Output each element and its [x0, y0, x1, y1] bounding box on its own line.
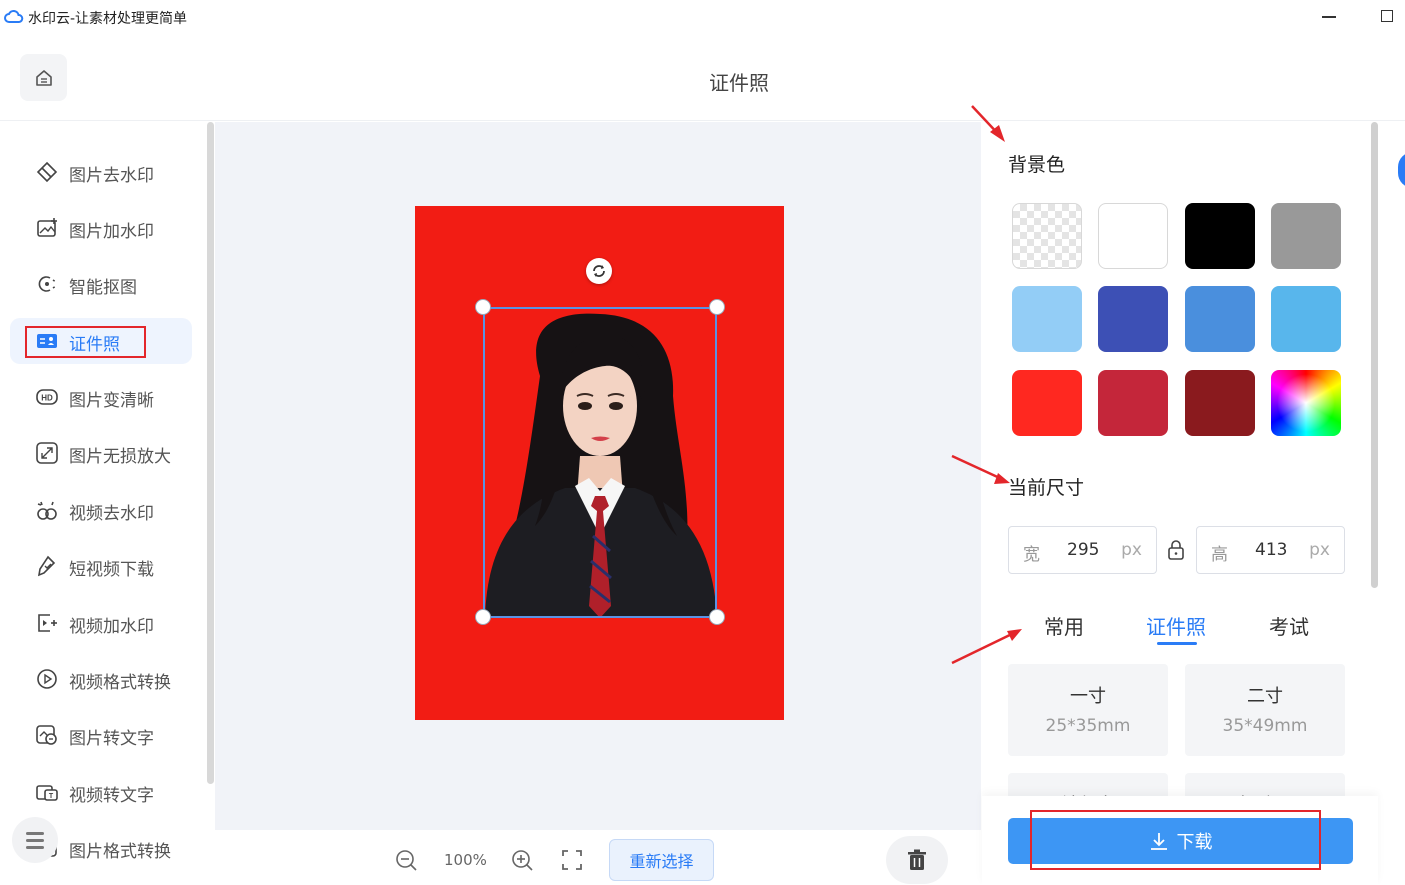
- width-prefix: 宽: [1023, 545, 1040, 565]
- image-add-icon: [37, 218, 57, 237]
- swatch-dark-red[interactable]: [1185, 370, 1255, 436]
- height-value[interactable]: 413: [1255, 540, 1287, 560]
- image-text-icon: [36, 725, 57, 745]
- crop-handle-bottom-left[interactable]: [475, 609, 491, 625]
- zoom-in-icon[interactable]: [510, 848, 534, 872]
- sidebar-item-label: 图片变清晰: [69, 391, 154, 411]
- sidebar-item-image-enhance[interactable]: HD 图片变清晰: [10, 374, 192, 420]
- tab-exam[interactable]: 考试: [1269, 611, 1309, 640]
- height-unit: px: [1309, 540, 1330, 560]
- swatch-light-blue[interactable]: [1012, 286, 1082, 352]
- sidebar-item-label: 图片格式转换: [69, 842, 171, 862]
- enlarge-icon: [36, 442, 58, 464]
- swatch-red[interactable]: [1012, 370, 1082, 436]
- zoom-out-icon[interactable]: [394, 848, 418, 872]
- sidebar-item-label: 视频去水印: [69, 504, 154, 524]
- sidebar-item-label: 图片转文字: [69, 729, 154, 749]
- hd-icon: HD: [36, 389, 58, 405]
- tab-common[interactable]: 常用: [1044, 611, 1084, 640]
- highlight-box: [1030, 810, 1321, 870]
- lock-icon[interactable]: [1166, 539, 1186, 561]
- highlight-box: [25, 326, 146, 358]
- swatch-custom-color[interactable]: [1271, 370, 1341, 436]
- sidebar-item-short-video-download[interactable]: 短视频下载: [10, 543, 192, 589]
- maximize-button[interactable]: [1381, 10, 1393, 22]
- zoom-level: 100%: [444, 851, 487, 869]
- size-card-one-inch[interactable]: 一寸 25*35mm: [1008, 664, 1168, 756]
- height-prefix: 高: [1211, 545, 1228, 565]
- svg-text:T: T: [49, 793, 54, 800]
- crop-handle-top-left[interactable]: [475, 299, 491, 315]
- reselect-button[interactable]: 重新选择: [609, 839, 714, 881]
- crop-frame[interactable]: [483, 307, 717, 618]
- cutout-icon: [38, 276, 57, 292]
- video-clean-icon: [37, 501, 57, 520]
- size-card-name: 二寸: [1247, 686, 1283, 707]
- svg-text:HD: HD: [41, 394, 53, 403]
- fullscreen-icon[interactable]: [560, 848, 584, 872]
- window-title: 水印云-让素材处理更简单: [28, 11, 188, 27]
- sidebar-item-label: 图片无损放大: [69, 447, 171, 467]
- cloud-logo-icon: [4, 9, 24, 23]
- page-header: 证件照: [0, 36, 1405, 121]
- tab-id-photo[interactable]: 证件照: [1146, 611, 1206, 640]
- sidebar-item-label: 短视频下载: [69, 560, 154, 580]
- minimize-button[interactable]: [1322, 16, 1336, 18]
- panel-scrollbar[interactable]: [1371, 122, 1378, 588]
- sidebar-item-lossless-enlarge[interactable]: 图片无损放大: [10, 430, 192, 476]
- sidebar-item-image-watermark-add[interactable]: 图片加水印: [10, 205, 192, 251]
- width-value[interactable]: 295: [1067, 540, 1099, 560]
- sidebar-item-image-watermark-remove[interactable]: 图片去水印: [10, 149, 192, 195]
- bg-color-title: 背景色: [1008, 154, 1066, 176]
- crop-handle-bottom-right[interactable]: [709, 609, 725, 625]
- title-bar: 水印云-让素材处理更简单: [0, 0, 1405, 36]
- sidebar-item-label: 图片加水印: [69, 222, 154, 242]
- rotate-icon: [593, 265, 605, 277]
- sidebar-item-video-format-convert[interactable]: 视频格式转换: [10, 656, 192, 702]
- active-tab-indicator: [1157, 642, 1197, 645]
- rotate-handle[interactable]: [586, 258, 612, 284]
- sidebar-item-video-watermark-add[interactable]: 视频加水印: [10, 600, 192, 646]
- size-card-dim: 25*35mm: [1045, 716, 1131, 736]
- menu-icon: [26, 832, 44, 835]
- download-link-icon: [37, 555, 56, 577]
- size-title: 当前尺寸: [1008, 477, 1085, 499]
- swatch-royal-blue[interactable]: [1098, 286, 1168, 352]
- width-unit: px: [1121, 540, 1142, 560]
- video-text-icon: T: [36, 785, 58, 801]
- sidebar-item-video-to-text[interactable]: T 视频转文字: [10, 769, 192, 815]
- crop-handle-top-right[interactable]: [709, 299, 725, 315]
- sidebar-item-video-watermark-remove[interactable]: 视频去水印: [10, 487, 192, 533]
- menu-toggle-button[interactable]: [12, 817, 58, 863]
- play-circle-icon: [37, 669, 57, 689]
- swatch-black[interactable]: [1185, 203, 1255, 269]
- swatch-blue[interactable]: [1185, 286, 1255, 352]
- delete-button[interactable]: [886, 836, 948, 884]
- size-card-two-inch[interactable]: 二寸 35*49mm: [1185, 664, 1345, 756]
- sidebar-item-label: 视频加水印: [69, 617, 154, 637]
- width-field[interactable]: 宽 295 px: [1008, 526, 1157, 574]
- swatch-white[interactable]: [1098, 203, 1168, 269]
- sidebar-item-smart-cutout[interactable]: 智能抠图: [10, 261, 192, 307]
- sidebar-item-label: 视频格式转换: [69, 673, 171, 693]
- size-card-name: 一寸: [1070, 686, 1106, 707]
- page-title: 证件照: [709, 71, 769, 95]
- size-card-dim: 35*49mm: [1222, 716, 1308, 736]
- video-add-icon: [38, 614, 57, 632]
- swatch-sky-blue[interactable]: [1271, 286, 1341, 352]
- sidebar: 图片去水印 图片加水印 智能抠图 证件照 HD 图片变清晰 图片无损放大 视频去…: [0, 122, 215, 885]
- height-field[interactable]: 高 413 px: [1196, 526, 1345, 574]
- canvas-toolbar: [215, 830, 981, 885]
- swatch-transparent[interactable]: [1012, 203, 1082, 269]
- trash-icon: [908, 849, 926, 870]
- sidebar-item-label: 图片去水印: [69, 166, 154, 186]
- sidebar-item-image-to-text[interactable]: 图片转文字: [10, 712, 192, 758]
- swatch-crimson[interactable]: [1098, 370, 1168, 436]
- sidebar-item-label: 视频转文字: [69, 786, 154, 806]
- eraser-icon: [36, 161, 58, 183]
- edge-float-button[interactable]: [1398, 152, 1405, 188]
- sidebar-scrollbar[interactable]: [207, 122, 214, 784]
- sidebar-item-label: 智能抠图: [69, 278, 137, 298]
- swatch-gray[interactable]: [1271, 203, 1341, 269]
